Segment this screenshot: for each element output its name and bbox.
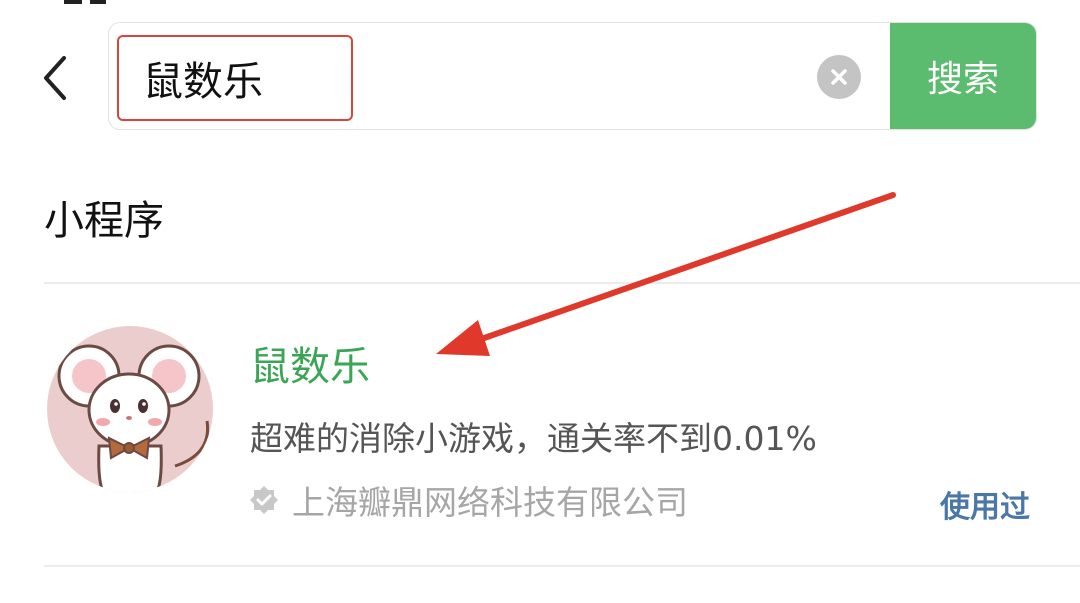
- search-results-page: 鼠数乐 搜索 小程序 鼠数乐 超难的消除小游戏，通关率不到0.01% 上海瓣鼎网…: [0, 0, 1080, 603]
- clear-button[interactable]: [817, 55, 861, 99]
- company-name: 上海瓣鼎网络科技有限公司: [292, 483, 688, 522]
- search-bar: 鼠数乐 搜索: [108, 22, 1037, 130]
- verified-badge-icon: [248, 484, 280, 516]
- used-tag: 使用过: [940, 490, 1030, 525]
- search-button[interactable]: 搜索: [890, 23, 1036, 129]
- divider: [44, 565, 1080, 567]
- section-title: 小程序: [44, 198, 164, 244]
- status-bar-fragment: [64, 0, 106, 4]
- mini-program-name: 鼠数乐: [250, 344, 370, 390]
- clear-icon: [831, 69, 847, 85]
- mini-program-description: 超难的消除小游戏，通关率不到0.01%: [250, 419, 817, 458]
- company-row: 上海瓣鼎网络科技有限公司: [248, 476, 688, 524]
- divider: [44, 282, 1080, 284]
- search-input[interactable]: 鼠数乐: [117, 35, 353, 121]
- back-button[interactable]: [30, 50, 80, 106]
- search-query-text: 鼠数乐: [143, 59, 263, 105]
- mini-program-result[interactable]: 鼠数乐 超难的消除小游戏，通关率不到0.01% 上海瓣鼎网络科技有限公司 使用过: [0, 286, 1080, 566]
- mouse-avatar: [47, 326, 213, 492]
- chevron-left-icon: [44, 56, 66, 100]
